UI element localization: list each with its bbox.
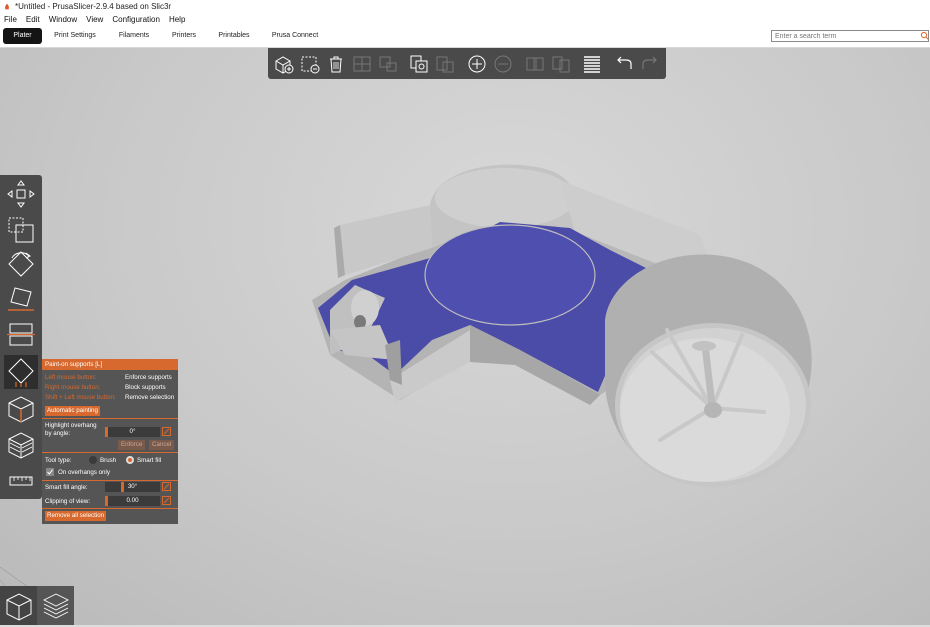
enforce-button[interactable]: Enforce: [118, 440, 146, 450]
smart-fill-angle-label: Smart fill angle:: [45, 484, 88, 491]
smart-fill-angle-slider[interactable]: 30°: [105, 482, 160, 492]
hint-left-action: Left mouse button:: [45, 374, 97, 381]
menu-view[interactable]: View: [82, 15, 108, 24]
brush-label: Brush: [100, 457, 117, 464]
hint-shift-action: Shift + Left mouse button:: [45, 394, 116, 401]
search-icon[interactable]: [920, 30, 930, 42]
paint-supports-panel: Paint-on supports [L] Left mouse button:…: [42, 359, 178, 524]
tool-type-label: Tool type:: [45, 457, 72, 464]
remove-all-selection-button[interactable]: Remove all selection: [45, 511, 107, 521]
copy-icon[interactable]: [408, 53, 430, 75]
add-object-icon[interactable]: [273, 53, 295, 75]
smart-fill-angle-value: 30°: [127, 483, 138, 490]
menu-window[interactable]: Window: [45, 15, 82, 24]
menu-help[interactable]: Help: [165, 15, 190, 24]
tab-print-settings[interactable]: Print Settings: [50, 28, 100, 44]
smart-fill-label: Smart fill: [137, 457, 162, 464]
3d-viewport[interactable]: [0, 48, 930, 625]
preview-button[interactable]: [37, 586, 74, 625]
3d-view-icon: [6, 593, 32, 621]
seam-painting-icon[interactable]: [4, 392, 38, 426]
delete-all-icon[interactable]: [325, 53, 347, 75]
brush-radio[interactable]: [89, 456, 97, 464]
title-bar: *Untitled - PrusaSlicer-2.9.4 based on S…: [0, 0, 930, 13]
window-title: *Untitled - PrusaSlicer-2.9.4 based on S…: [15, 2, 172, 11]
cancel-button[interactable]: Cancel: [149, 440, 175, 450]
overhangs-only-checkbox[interactable]: [46, 468, 54, 476]
place-on-face-icon[interactable]: [4, 281, 38, 315]
arrange-icon[interactable]: [351, 53, 373, 75]
arrange-selection-icon[interactable]: [377, 53, 399, 75]
highlight-angle-value: 0°: [129, 428, 136, 435]
move-icon[interactable]: [4, 177, 38, 211]
redo-icon[interactable]: [639, 53, 661, 75]
model-object[interactable]: [312, 164, 812, 487]
search-input[interactable]: [771, 30, 929, 42]
clipping-of-view-value: 0.00: [126, 497, 139, 504]
left-toolbar: [0, 175, 42, 499]
measure-icon[interactable]: [4, 464, 38, 498]
edit-icon[interactable]: [162, 482, 171, 491]
rotate-icon[interactable]: [4, 247, 38, 281]
clipping-of-view-label: Clipping of view:: [45, 498, 91, 505]
tab-prusa-connect[interactable]: Prusa Connect: [268, 28, 322, 44]
delete-icon[interactable]: [299, 53, 321, 75]
add-instance-icon[interactable]: [466, 53, 488, 75]
tab-plater[interactable]: Plater: [3, 28, 42, 44]
paint-supports-icon[interactable]: [4, 355, 38, 389]
edit-icon[interactable]: [162, 427, 171, 436]
edit-icon[interactable]: [162, 496, 171, 505]
separator: [42, 508, 178, 509]
3d-view-button[interactable]: [0, 586, 37, 625]
scene: [0, 164, 812, 625]
menu-file[interactable]: File: [0, 15, 22, 24]
preview-icon: [42, 593, 70, 619]
menu-configuration[interactable]: Configuration: [108, 15, 165, 24]
remove-instance-icon[interactable]: [492, 53, 514, 75]
top-toolbar: [268, 48, 666, 79]
clipping-of-view-slider[interactable]: 0.00: [105, 496, 160, 506]
hint-right-action: Right mouse button:: [45, 384, 101, 391]
overhangs-only-label: On overhangs only: [58, 469, 110, 476]
tab-filaments[interactable]: Filaments: [113, 28, 155, 44]
separator: [42, 480, 178, 481]
layer-editing-icon[interactable]: [581, 53, 603, 75]
panel-title: Paint-on supports [L]: [42, 359, 178, 370]
hint-right-effect: Block supports: [125, 384, 166, 391]
menu-bar: File Edit Window View Configuration Help: [0, 13, 930, 25]
smart-fill-radio[interactable]: [126, 456, 134, 464]
scale-icon[interactable]: [4, 213, 38, 247]
separator: [42, 452, 178, 453]
separator: [42, 418, 178, 419]
tab-printers[interactable]: Printers: [167, 28, 201, 44]
undo-icon[interactable]: [613, 53, 635, 75]
cut-icon[interactable]: [4, 317, 38, 351]
mmu-painting-icon[interactable]: [4, 428, 38, 462]
menu-edit[interactable]: Edit: [22, 15, 45, 24]
prusaslicer-logo-icon: [5, 3, 9, 9]
automatic-painting-button[interactable]: Automatic painting: [45, 406, 100, 416]
tab-printables[interactable]: Printables: [214, 28, 254, 44]
hint-left-effect: Enforce supports: [125, 374, 172, 381]
paste-icon[interactable]: [434, 53, 456, 75]
hint-shift-effect: Remove selection: [125, 394, 175, 401]
split-parts-icon[interactable]: [550, 53, 572, 75]
split-objects-icon[interactable]: [524, 53, 546, 75]
highlight-angle-slider[interactable]: 0°: [105, 427, 160, 437]
highlight-overhang-label-2: by angle:: [45, 430, 71, 437]
